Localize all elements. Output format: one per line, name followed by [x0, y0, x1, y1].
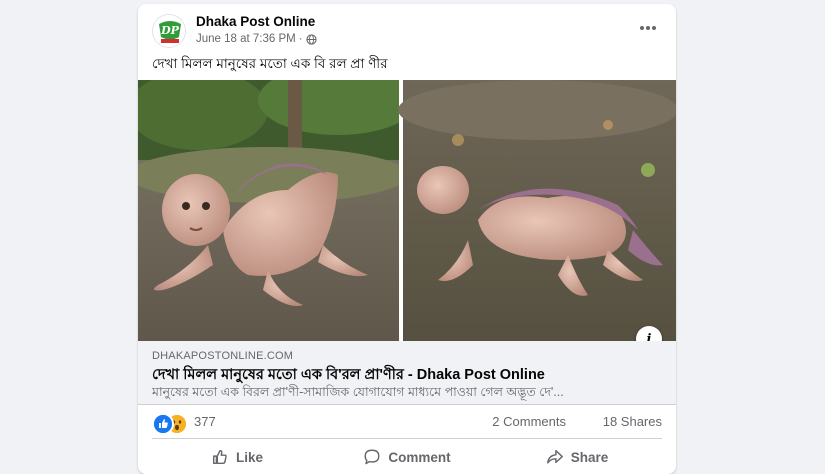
- like-reaction-icon: [152, 413, 174, 435]
- post-stats: 377 2 Comments 18 Shares: [152, 411, 662, 435]
- comment-label: Comment: [388, 449, 451, 465]
- dhaka-post-logo: DP: [153, 15, 185, 47]
- share-button[interactable]: Share: [492, 442, 662, 472]
- link-preview[interactable]: DHAKAPOSTONLINE.COM দেখা মিলল মানুষের মত…: [138, 341, 676, 405]
- post-actions: Like Comment Share: [152, 442, 662, 472]
- globe-icon: [305, 33, 317, 45]
- post-header: DP Dhaka Post Online June 18 at 7:36 PM …: [138, 4, 676, 50]
- meta-separator: ·: [298, 33, 303, 45]
- page-avatar[interactable]: DP: [152, 14, 186, 48]
- reactions-summary[interactable]: [152, 413, 192, 435]
- share-label: Share: [570, 449, 609, 465]
- page-name[interactable]: Dhaka Post Online: [196, 14, 315, 29]
- comment-button[interactable]: Comment: [322, 442, 492, 472]
- post-meta: June 18 at 7:36 PM ·: [196, 33, 317, 45]
- actions-divider: [152, 438, 662, 439]
- post-card: DP Dhaka Post Online June 18 at 7:36 PM …: [138, 4, 676, 474]
- reaction-count[interactable]: 377: [194, 414, 216, 429]
- post-photo[interactable]: [138, 80, 676, 341]
- thumbs-up-icon: [211, 448, 229, 466]
- like-button[interactable]: Like: [152, 442, 322, 472]
- comment-bubble-icon: [363, 448, 381, 466]
- creature-photo-illustration: [138, 80, 676, 341]
- share-arrow-icon: [546, 448, 564, 466]
- post-caption: দেখা মিলল মানুষের মতো এক বি রল প্রা ণীর: [152, 56, 388, 71]
- link-description: মানুষের মতো এক বিরল প্রা'ণী-সামাজিক যোগা…: [152, 385, 564, 399]
- like-label: Like: [235, 449, 263, 465]
- svg-text:DP: DP: [160, 24, 180, 37]
- shares-count[interactable]: 18 Shares: [603, 414, 662, 429]
- post-timestamp[interactable]: June 18 at 7:36 PM: [196, 33, 296, 45]
- comments-count[interactable]: 2 Comments: [492, 414, 566, 429]
- link-domain: DHAKAPOSTONLINE.COM: [152, 350, 294, 362]
- more-options-icon[interactable]: [634, 18, 662, 38]
